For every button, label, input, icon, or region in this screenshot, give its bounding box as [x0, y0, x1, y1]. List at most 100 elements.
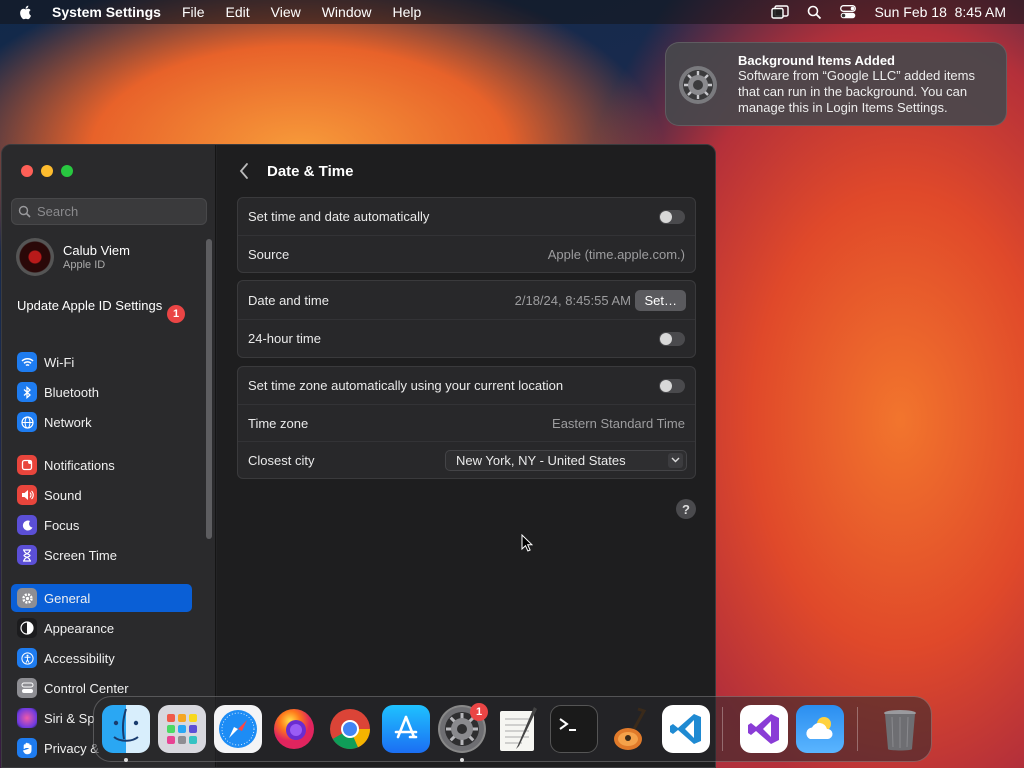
menu-bar-clock[interactable]: Sun Feb 18 8:45 AM: [874, 4, 1006, 20]
sidebar-item-label: Accessibility: [44, 650, 115, 666]
hourglass-icon: [17, 545, 37, 565]
dock-firefox[interactable]: [270, 705, 318, 753]
sidebar-item-accessibility[interactable]: Accessibility: [11, 644, 192, 672]
apple-id-profile[interactable]: Calub Viem Apple ID: [16, 238, 130, 276]
weather-icon: [806, 717, 833, 739]
sidebar-item-general[interactable]: General: [11, 584, 192, 612]
screen-mirroring-icon[interactable]: [771, 5, 790, 19]
sidebar-item-label: Network: [44, 414, 92, 430]
background-items-notification[interactable]: Background Items Added Software from “Go…: [665, 42, 1007, 126]
dock-terminal[interactable]: [550, 705, 598, 753]
set-date-time-button[interactable]: Set…: [635, 289, 686, 311]
dock-chrome[interactable]: [326, 705, 374, 753]
moon-icon: [17, 515, 37, 535]
help-menu[interactable]: Help: [393, 4, 422, 20]
mouse-cursor-icon: [521, 534, 533, 552]
help-button[interactable]: ?: [676, 499, 696, 519]
sidebar-item-label: Wi-Fi: [44, 354, 75, 370]
appearance-icon: [17, 618, 37, 638]
accessibility-icon: [17, 648, 37, 668]
edit-menu[interactable]: Edit: [226, 4, 250, 20]
source-value: Apple (time.apple.com.): [547, 246, 685, 262]
dock-safari[interactable]: [214, 705, 262, 753]
24-hour-time-label: 24-hour time: [248, 331, 321, 346]
sidebar-item-appearance[interactable]: Appearance: [11, 614, 192, 642]
dock-weather[interactable]: [796, 705, 844, 753]
sidebar-item-focus[interactable]: Focus: [11, 511, 192, 539]
control-center-icon: [17, 678, 37, 698]
sidebar: Search Calub Viem Apple ID Update Apple …: [2, 145, 216, 767]
date-time-label: Date and time: [248, 292, 329, 308]
wifi-icon: [17, 352, 37, 372]
back-chevron-icon[interactable]: [237, 161, 251, 181]
source-label: Source: [248, 246, 290, 262]
dock-launchpad[interactable]: [158, 705, 206, 753]
dock-textedit[interactable]: [494, 705, 542, 753]
sidebar-search[interactable]: Search: [11, 198, 207, 225]
textedit-icon: [500, 707, 537, 751]
zoom-button[interactable]: [61, 165, 73, 177]
spotlight-search-icon[interactable]: [807, 5, 822, 20]
search-icon: [18, 205, 31, 218]
system-settings-badge: 1: [470, 703, 488, 721]
app-menu[interactable]: System Settings: [52, 4, 161, 20]
terminal-icon: [559, 718, 576, 731]
app-store-icon: [394, 715, 418, 739]
set-time-auto-toggle[interactable]: [659, 209, 685, 224]
minimize-button[interactable]: [41, 165, 53, 177]
dock-separator: [722, 707, 723, 751]
chevron-down-icon: [668, 452, 683, 468]
file-menu[interactable]: File: [182, 4, 205, 20]
dock: 1: [93, 696, 932, 762]
dock-vscode[interactable]: [662, 705, 710, 753]
sidebar-item-label: Notifications: [44, 457, 115, 473]
control-center-icon[interactable]: [840, 5, 857, 19]
dock-app-store[interactable]: [382, 705, 430, 753]
sidebar-item-bluetooth[interactable]: Bluetooth: [11, 378, 192, 406]
sidebar-item-sound[interactable]: Sound: [11, 481, 192, 509]
sidebar-item-notifications[interactable]: Notifications: [11, 451, 192, 479]
sidebar-item-label: Bluetooth: [44, 384, 99, 400]
sidebar-item-network[interactable]: Network: [11, 408, 192, 436]
gear-icon: [17, 588, 37, 608]
finder-running-indicator: [124, 758, 128, 762]
update-badge: 1: [167, 305, 185, 323]
24-hour-time-toggle[interactable]: [659, 331, 685, 346]
view-menu[interactable]: View: [271, 4, 301, 20]
date-time-pane: Date & Time Set time and date automatica…: [217, 145, 715, 767]
chrome-icon: [330, 709, 370, 749]
window-controls: [21, 165, 73, 177]
sidebar-item-label: Sound: [44, 487, 82, 503]
pane-header: Date & Time: [237, 161, 353, 181]
garageband-icon: [614, 707, 647, 750]
closest-city-value: New York, NY - United States: [456, 452, 626, 468]
dock-trash[interactable]: [876, 705, 924, 753]
trash-icon: [884, 710, 916, 751]
menu-bar: System Settings File Edit View Window He…: [0, 0, 1024, 24]
launchpad-icon: [167, 714, 197, 744]
dock-garageband[interactable]: [606, 705, 654, 753]
notification-body: Software from “Google LLC” added items t…: [738, 68, 975, 115]
date-time-group: Date and time 2/18/24, 8:45:55 AM Set… 2…: [237, 280, 696, 358]
firefox-icon: [274, 709, 314, 749]
sidebar-item-label: Focus: [44, 517, 80, 533]
dock-finder[interactable]: [102, 705, 150, 753]
tz-auto-toggle[interactable]: [659, 378, 685, 393]
safari-icon: [219, 710, 257, 748]
sidebar-scrollbar[interactable]: [206, 239, 212, 539]
sidebar-item-screen-time[interactable]: Screen Time: [11, 541, 192, 569]
apple-menu-icon[interactable]: [18, 4, 34, 20]
avatar: [16, 238, 54, 276]
search-placeholder: Search: [37, 204, 79, 219]
hand-icon: [17, 738, 37, 758]
sidebar-item-label: Appearance: [44, 620, 115, 636]
date-time-value: 2/18/24, 8:45:55 AM: [514, 292, 631, 308]
window-menu[interactable]: Window: [322, 4, 372, 20]
dock-visual-studio[interactable]: [740, 705, 788, 753]
set-time-auto-label: Set time and date automatically: [248, 209, 430, 224]
closest-city-popup[interactable]: New York, NY - United States: [445, 449, 687, 471]
sidebar-item-label: General: [44, 590, 91, 606]
close-button[interactable]: [21, 165, 33, 177]
profile-name: Calub Viem: [63, 243, 130, 258]
sidebar-item-wifi[interactable]: Wi-Fi: [11, 348, 192, 376]
